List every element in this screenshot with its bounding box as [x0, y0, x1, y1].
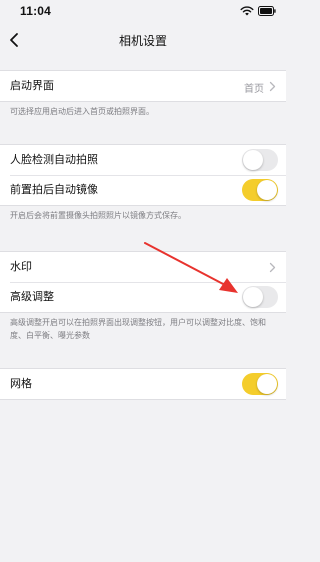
toggle-knob [257, 180, 277, 200]
navigation-bar: 相机设置 [0, 24, 286, 58]
grid-group: 网格 [0, 368, 286, 400]
mirror-note: 开启后会将前置摄像头拍照照片以镜像方式保存。 [10, 211, 186, 220]
startup-note: 可选择应用启动后进入首页或拍照界面。 [10, 107, 154, 116]
front-mirror-label: 前置拍后自动镜像 [10, 183, 98, 196]
grid-row: 网格 [0, 369, 286, 399]
face-detect-toggle[interactable] [242, 149, 278, 171]
chevron-right-icon [269, 262, 276, 273]
page-title: 相机设置 [118, 34, 167, 48]
startup-group: 启动界面 首页 [0, 70, 286, 102]
face-detect-label: 人脸检测自动拍照 [10, 153, 98, 166]
startup-screen-label: 启动界面 [10, 79, 54, 92]
toggle-knob [257, 374, 277, 394]
startup-screen-row[interactable]: 启动界面 首页 [0, 71, 286, 101]
camera-group: 人脸检测自动拍照 前置拍后自动镜像 [0, 144, 286, 206]
chevron-right-icon [269, 81, 276, 92]
front-mirror-toggle[interactable] [242, 179, 278, 201]
advanced-adjust-row: 高级调整 [0, 282, 286, 312]
grid-label: 网格 [10, 377, 32, 390]
watermark-label: 水印 [10, 260, 32, 273]
toggle-knob [243, 150, 263, 170]
status-time: 11:04 [20, 4, 52, 18]
watermark-row[interactable]: 水印 [0, 252, 286, 282]
status-bar: 11:04 [0, 0, 286, 24]
face-detect-row: 人脸检测自动拍照 [0, 145, 286, 175]
advanced-adjust-toggle[interactable] [242, 286, 278, 308]
grid-toggle[interactable] [242, 373, 278, 395]
wifi-icon [240, 6, 254, 16]
battery-icon [258, 6, 276, 16]
advanced-adjust-label: 高级调整 [10, 290, 54, 303]
toggle-knob [243, 287, 263, 307]
startup-screen-value: 首页 [244, 84, 264, 95]
camera-settings-screen: 11:04 相机设置 启动界面 首页 可选择应用启动后进入首页或拍照界面。 人脸… [0, 0, 286, 562]
advanced-note: 高级调整开启可以在拍照界面出现调整按钮，用户可以调整对比度、饱和度、白平衡、曝光… [10, 318, 266, 340]
advanced-group: 水印 高级调整 [0, 251, 286, 313]
front-mirror-row: 前置拍后自动镜像 [0, 175, 286, 205]
